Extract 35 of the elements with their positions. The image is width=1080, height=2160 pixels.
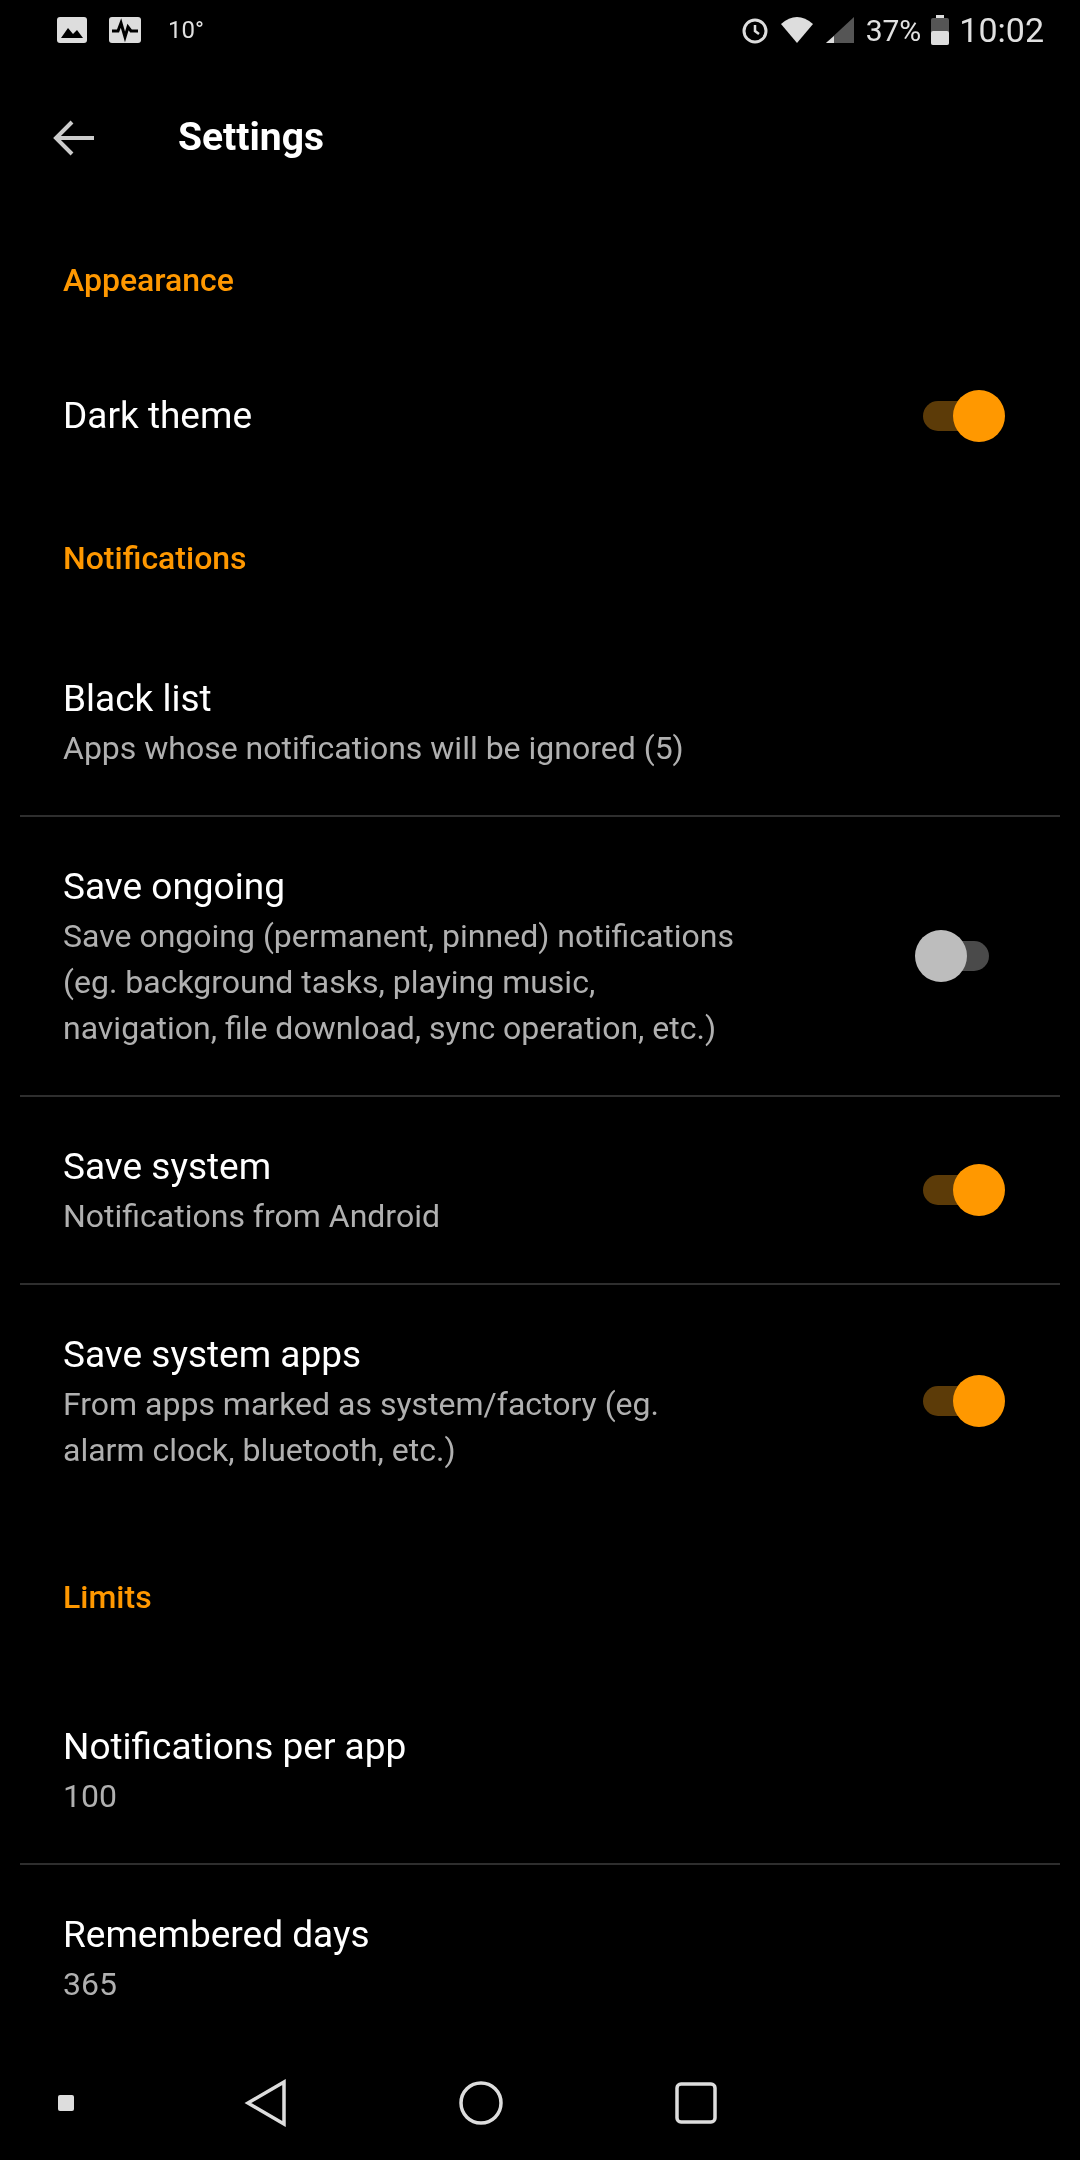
settings-item[interactable]: Save system Notifications from Android [0, 1097, 1080, 1283]
battery-percentage: 37% [865, 11, 922, 50]
item-title: Save system [63, 1144, 273, 1190]
settings-item[interactable]: Notifications per app 100 [0, 1677, 1080, 1863]
section-header: Notifications [63, 538, 247, 579]
settings-item[interactable]: Save ongoing Save ongoing (permanent, pinned) notifications (eg. background tasks, playing music, navigation, file download, sync operation, etc.) [0, 817, 1080, 1095]
pulse-icon [108, 16, 142, 44]
home-circle-icon[interactable] [458, 2079, 504, 2126]
temperature-text: 10° [168, 15, 204, 46]
back-arrow-icon [52, 119, 96, 156]
settings-item[interactable]: Remembered days 365 [0, 1865, 1080, 2045]
item-title: Save system apps [63, 1332, 363, 1378]
section-header: Limits [63, 1577, 152, 1618]
item-title: Notifications per app [63, 1724, 408, 1770]
settings-item[interactable]: Save system apps From apps marked as system/factory (eg. alarm clock, bluetooth, etc.) [0, 1285, 1080, 1517]
recents-square-icon[interactable] [674, 2080, 718, 2125]
item-summary: 365 [63, 1964, 118, 2005]
item-title: Save ongoing [63, 864, 286, 910]
item-summary: Apps whose notifications will be ignored (5) [63, 728, 685, 769]
item-title: Remembered days [63, 1912, 371, 1958]
settings-item[interactable]: Black list Apps whose notifications will be ignored (5) [0, 629, 1080, 815]
settings-item[interactable]: Dark theme [0, 345, 1080, 487]
screen-title: Settings [178, 113, 324, 163]
item-summary: Save ongoing (permanent, pinned) notifications (eg. background tasks, playing music, navigation, file download, sync operation, etc.) [63, 916, 736, 1049]
section-header: Appearance [63, 260, 234, 301]
wifi-icon [779, 16, 814, 44]
item-summary: From apps marked as system/factory (eg. alarm clock, bluetooth, etc.) [63, 1384, 660, 1471]
clock-time: 10:02 [959, 8, 1044, 52]
item-title: Black list [63, 676, 213, 722]
image-icon [56, 16, 88, 44]
back-triangle-icon[interactable] [244, 2078, 288, 2127]
item-summary: 100 [63, 1776, 118, 1817]
item-summary: Notifications from Android [63, 1196, 441, 1237]
battery-icon [931, 15, 950, 45]
item-title: Dark theme [63, 393, 254, 439]
